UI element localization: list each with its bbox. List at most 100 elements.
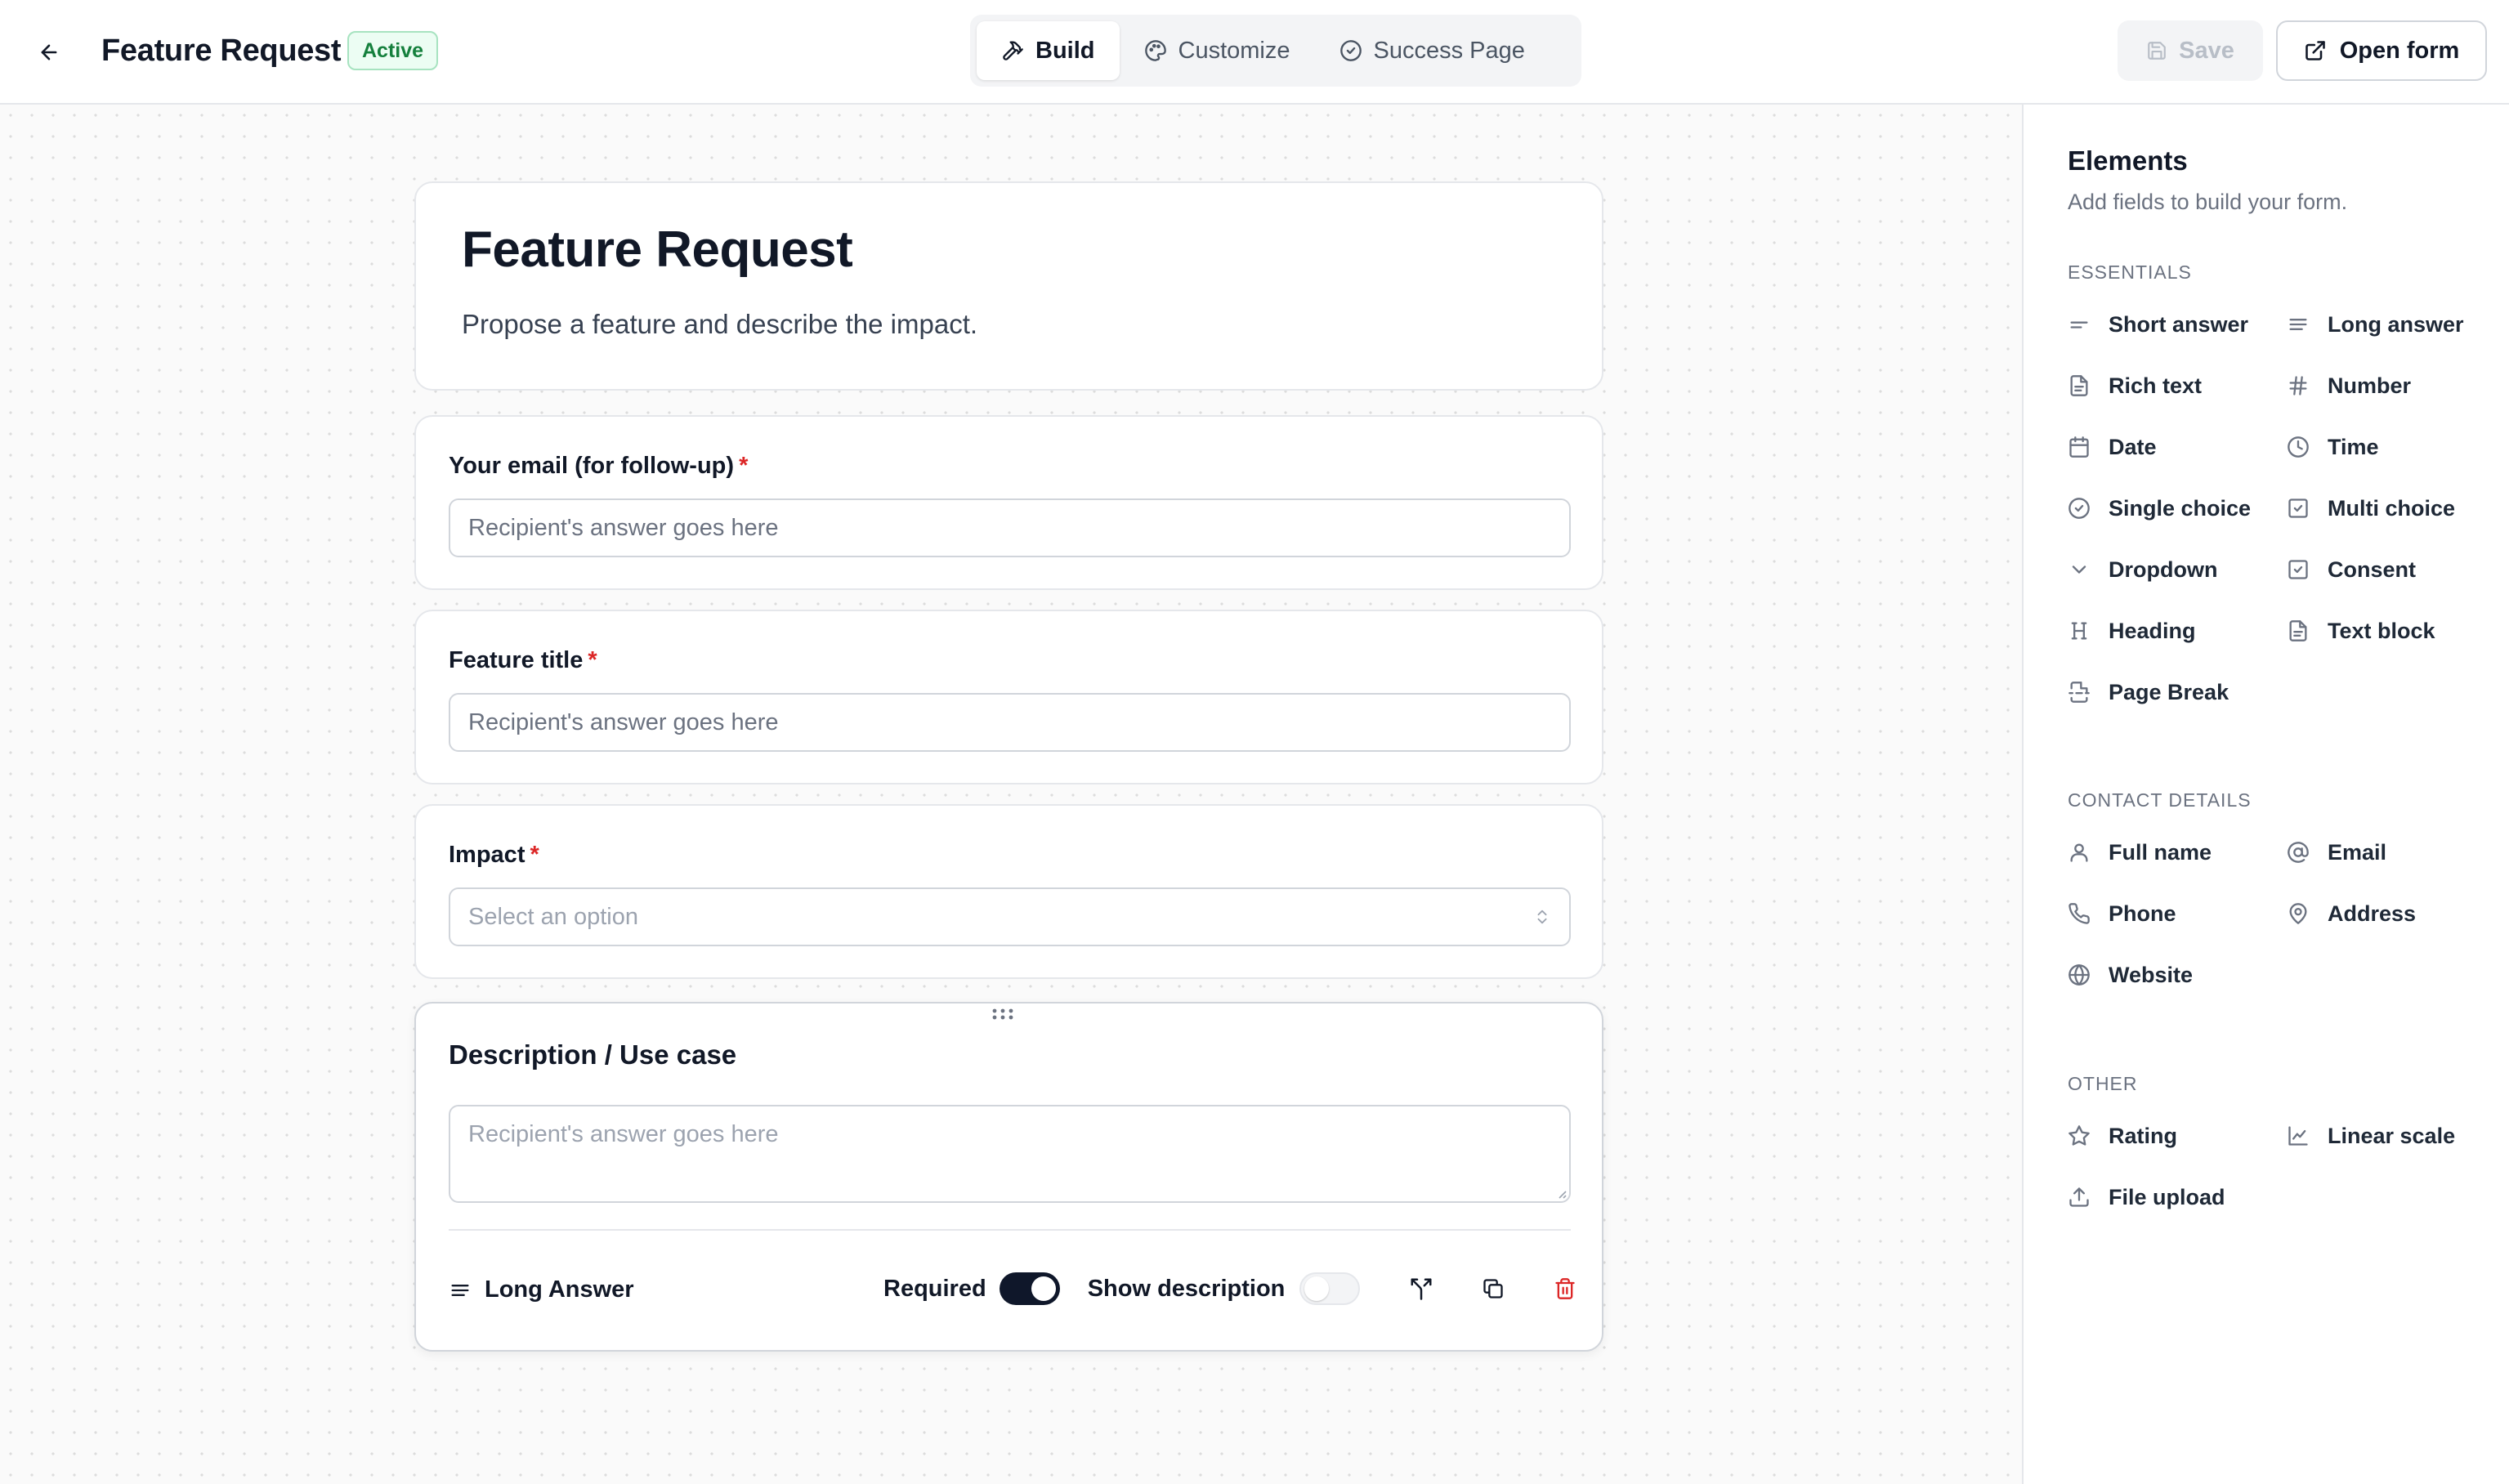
element-email[interactable]: Email bbox=[2287, 836, 2386, 869]
form-canvas: Feature Request Propose a feature and de… bbox=[0, 105, 2022, 1484]
external-link-icon bbox=[2305, 41, 2325, 60]
element-label: Text block bbox=[2328, 618, 2435, 643]
feature-title-answer-input[interactable]: Recipient's answer goes here bbox=[449, 693, 1571, 752]
star-icon bbox=[2068, 1125, 2090, 1146]
hash-icon bbox=[2289, 376, 2307, 396]
delete-field-button[interactable] bbox=[1543, 1267, 1587, 1311]
description-answer-textarea[interactable]: Recipient's answer goes here bbox=[449, 1105, 1571, 1203]
element-label: Email bbox=[2328, 839, 2387, 865]
element-label: Full name bbox=[2109, 839, 2212, 865]
drag-handle[interactable] bbox=[991, 1007, 1015, 1021]
user-icon bbox=[2070, 843, 2088, 862]
element-label: Rating bbox=[2109, 1123, 2177, 1148]
tab-customize[interactable]: Customize bbox=[1120, 21, 1315, 80]
element-date[interactable]: Date bbox=[2068, 431, 2157, 463]
field-label[interactable]: Description / Use case bbox=[449, 1039, 736, 1071]
element-label: Time bbox=[2328, 434, 2379, 459]
globe-icon bbox=[2068, 964, 2090, 986]
element-label: Consent bbox=[2328, 556, 2416, 582]
text-lines-icon bbox=[2289, 319, 2307, 330]
element-consent[interactable]: Consent bbox=[2287, 553, 2416, 586]
element-short-answer[interactable]: Short answer bbox=[2068, 308, 2248, 341]
required-toggle[interactable] bbox=[999, 1272, 1060, 1305]
field-card-feature-title[interactable]: Feature title * Recipient's answer goes h… bbox=[414, 610, 1603, 784]
page-break-icon bbox=[2068, 682, 2090, 703]
element-label: Long answer bbox=[2328, 311, 2464, 337]
at-sign-icon bbox=[2288, 842, 2309, 863]
trash-icon bbox=[1555, 1278, 1576, 1299]
element-label: File upload bbox=[2109, 1184, 2225, 1209]
element-long-answer[interactable]: Long answer bbox=[2287, 308, 2464, 341]
element-phone[interactable]: Phone bbox=[2068, 897, 2176, 930]
chevrons-up-down-icon bbox=[1537, 910, 1547, 924]
split-branch-icon bbox=[1411, 1278, 1432, 1300]
arrow-left-icon bbox=[41, 44, 57, 60]
impact-select-placeholder: Select an option bbox=[468, 903, 638, 930]
element-single-choice[interactable]: Single choice bbox=[2068, 492, 2251, 525]
field-type-indicator: Long Answer bbox=[449, 1276, 634, 1303]
hammer-icon bbox=[1003, 41, 1023, 60]
upload-icon bbox=[2069, 1187, 2089, 1207]
back-button[interactable] bbox=[29, 33, 69, 72]
element-rich-text[interactable]: Rich text bbox=[2068, 369, 2202, 402]
element-time[interactable]: Time bbox=[2287, 431, 2379, 463]
file-text-icon bbox=[2289, 620, 2307, 641]
check-square-icon bbox=[2288, 498, 2308, 518]
elements-sidebar: Elements Add fields to build your form. … bbox=[2022, 105, 2509, 1484]
view-tabs: Build Customize Success Page bbox=[970, 15, 1581, 87]
field-card-description-selected[interactable]: Description / Use case Recipient's answe… bbox=[414, 1002, 1603, 1352]
form-header-card[interactable]: Feature Request Propose a feature and de… bbox=[414, 181, 1603, 391]
field-label: Your email (for follow-up) * bbox=[449, 453, 748, 480]
element-multi-choice[interactable]: Multi choice bbox=[2287, 492, 2455, 525]
element-file-upload[interactable]: File upload bbox=[2068, 1181, 2225, 1214]
element-number[interactable]: Number bbox=[2287, 369, 2411, 402]
check-square-icon bbox=[2288, 560, 2308, 579]
map-pin-icon bbox=[2289, 903, 2307, 924]
logic-branch-button[interactable] bbox=[1399, 1267, 1443, 1311]
element-full-name[interactable]: Full name bbox=[2068, 836, 2212, 869]
form-description[interactable]: Propose a feature and describe the impac… bbox=[462, 309, 977, 340]
grip-horizontal-icon bbox=[992, 1008, 1013, 1020]
field-toolbar: Required Show description bbox=[883, 1267, 1587, 1311]
line-chart-icon bbox=[2288, 1126, 2308, 1146]
field-label: Impact * bbox=[449, 842, 539, 869]
field-label: Feature title * bbox=[449, 647, 597, 674]
resize-grip-icon[interactable] bbox=[1554, 1187, 1568, 1200]
tab-build-label: Build bbox=[1035, 37, 1095, 64]
show-description-toggle[interactable] bbox=[1299, 1272, 1361, 1305]
element-heading[interactable]: Heading bbox=[2068, 615, 2196, 647]
form-title[interactable]: Feature Request bbox=[462, 221, 853, 279]
file-text-icon bbox=[2070, 375, 2088, 396]
element-page-break[interactable]: Page Break bbox=[2068, 676, 2229, 708]
toggle-knob bbox=[1031, 1276, 1056, 1301]
field-card-impact[interactable]: Impact * Select an option bbox=[414, 804, 1603, 979]
field-label-text: Your email (for follow-up) bbox=[449, 453, 735, 479]
open-form-button[interactable]: Open form bbox=[2276, 20, 2487, 81]
element-label: Linear scale bbox=[2328, 1123, 2456, 1148]
element-dropdown[interactable]: Dropdown bbox=[2068, 553, 2217, 586]
tab-success-page[interactable]: Success Page bbox=[1315, 21, 1550, 80]
element-linear-scale[interactable]: Linear scale bbox=[2287, 1120, 2455, 1152]
save-button[interactable]: Save bbox=[2118, 20, 2263, 81]
tab-build[interactable]: Build bbox=[977, 21, 1120, 80]
field-label-text: Feature title bbox=[449, 647, 584, 673]
impact-select[interactable]: Select an option bbox=[449, 887, 1571, 946]
sidebar-title: Elements bbox=[2068, 145, 2188, 176]
element-label: Date bbox=[2109, 434, 2157, 459]
element-address[interactable]: Address bbox=[2287, 897, 2416, 930]
textarea-placeholder: Recipient's answer goes here bbox=[468, 1121, 779, 1147]
element-text-block[interactable]: Text block bbox=[2287, 615, 2435, 647]
text-lines-icon bbox=[451, 1284, 469, 1296]
field-card-email[interactable]: Your email (for follow-up) * Recipient's … bbox=[414, 415, 1603, 590]
email-answer-input[interactable]: Recipient's answer goes here bbox=[449, 498, 1571, 557]
required-marker: * bbox=[739, 453, 749, 479]
field-label-text: Impact bbox=[449, 842, 526, 868]
element-label: Address bbox=[2328, 901, 2417, 926]
duplicate-field-button[interactable] bbox=[1471, 1267, 1515, 1311]
show-description-label: Show description bbox=[1087, 1275, 1286, 1302]
heading-icon bbox=[2071, 622, 2087, 640]
element-label: Website bbox=[2109, 962, 2194, 987]
element-rating[interactable]: Rating bbox=[2068, 1120, 2177, 1152]
section-label-contact-details: CONTACT DETAILS bbox=[2068, 789, 2252, 811]
element-website[interactable]: Website bbox=[2068, 959, 2193, 991]
